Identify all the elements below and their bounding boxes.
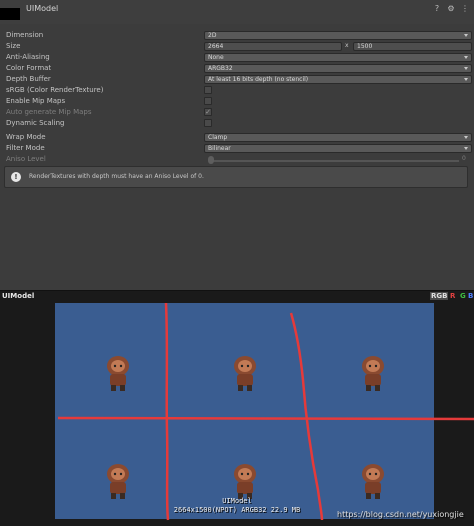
channel-b-button[interactable]: B: [468, 292, 473, 300]
enable-mip-maps-checkbox[interactable]: [204, 97, 212, 105]
prop-label: Depth Buffer: [6, 75, 51, 83]
chevron-down-icon: [464, 67, 468, 70]
prop-label: Color Format: [6, 64, 52, 72]
prop-label: Dynamic Scaling: [6, 119, 65, 127]
info-icon: !: [11, 172, 21, 182]
prop-size: Size 2664 x 1500: [6, 42, 472, 53]
depth-buffer-dropdown[interactable]: At least 16 bits depth (no stencil): [204, 75, 472, 84]
dynamic-scaling-checkbox[interactable]: [204, 119, 212, 127]
prop-anti-aliasing: Anti-Aliasing None: [6, 53, 472, 64]
auto-generate-mip-maps-checkbox: ✓: [204, 108, 212, 116]
aniso-level-slider-track: [209, 160, 459, 162]
character-sprite: [362, 356, 384, 391]
aniso-level-value: 0: [462, 155, 466, 162]
chevron-down-icon: [464, 78, 468, 81]
character-sprite: [107, 464, 129, 499]
wrap-mode-dropdown[interactable]: Clamp: [204, 133, 472, 142]
prop-aniso-level: Aniso Level 0: [6, 155, 466, 166]
prop-auto-generate-mip-maps: Auto generate Mip Maps ✓: [6, 108, 466, 119]
character-sprite: [362, 464, 384, 499]
prop-enable-mip-maps: Enable Mip Maps: [6, 97, 466, 108]
settings-icon[interactable]: ⚙: [446, 4, 456, 14]
chevron-down-icon: [464, 56, 468, 59]
render-texture-icon: [0, 8, 20, 20]
prop-label: sRGB (Color RenderTexture): [6, 86, 104, 94]
prop-filter-mode: Filter Mode Bilinear: [6, 144, 472, 155]
prop-label: Filter Mode: [6, 144, 45, 152]
preview-title: UIModel: [2, 292, 35, 300]
prop-srgb: sRGB (Color RenderTexture): [6, 86, 466, 97]
preview-toolbar: UIModel RGB R G B: [0, 290, 474, 302]
color-format-dropdown[interactable]: ARGB32: [204, 64, 472, 73]
help-text: RenderTextures with depth must have an A…: [29, 173, 204, 180]
prop-label: Size: [6, 42, 21, 50]
filter-mode-dropdown[interactable]: Bilinear: [204, 144, 472, 153]
prop-depth-buffer: Depth Buffer At least 16 bits depth (no …: [6, 75, 472, 86]
size-height-field[interactable]: 1500: [353, 42, 472, 51]
aniso-level-slider-knob: [208, 156, 214, 164]
inspector-header: UIModel ? ⚙ ⋮: [0, 0, 474, 24]
preview-caption-name: UIModel: [222, 497, 252, 505]
chevron-down-icon: [464, 136, 468, 139]
help-icon[interactable]: ?: [432, 4, 442, 14]
prop-wrap-mode: Wrap Mode Clamp: [6, 133, 472, 144]
chevron-down-icon: [464, 147, 468, 150]
chevron-down-icon: [464, 34, 468, 37]
channel-rgb-button[interactable]: RGB: [430, 292, 449, 300]
srgb-checkbox[interactable]: [204, 86, 212, 94]
prop-label: Enable Mip Maps: [6, 97, 66, 105]
character-sprite: [107, 356, 129, 391]
prop-label: Wrap Mode: [6, 133, 46, 141]
channel-r-button[interactable]: R: [450, 292, 455, 300]
prop-color-format: Color Format ARGB32: [6, 64, 472, 75]
size-width-field[interactable]: 2664: [204, 42, 342, 51]
prop-label: Dimension: [6, 31, 44, 39]
gear-menu-icon[interactable]: ⋮: [460, 4, 470, 14]
object-title: UIModel: [26, 4, 59, 13]
prop-dimension: Dimension 2D: [6, 31, 472, 42]
prop-label: Aniso Level: [6, 155, 46, 163]
prop-label: Auto generate Mip Maps: [6, 108, 92, 116]
prop-dynamic-scaling: Dynamic Scaling: [6, 119, 466, 130]
channel-g-button[interactable]: G: [460, 292, 466, 300]
watermark-text: https://blog.csdn.net/yuxiongjie: [337, 510, 464, 519]
help-box: ! RenderTextures with depth must have an…: [4, 166, 468, 188]
character-sprite: [234, 356, 256, 391]
dimension-dropdown[interactable]: 2D: [204, 31, 472, 40]
prop-label: Anti-Aliasing: [6, 53, 50, 61]
character-sprite: [234, 464, 256, 499]
size-x-label: x: [345, 42, 349, 49]
anti-aliasing-dropdown[interactable]: None: [204, 53, 472, 62]
